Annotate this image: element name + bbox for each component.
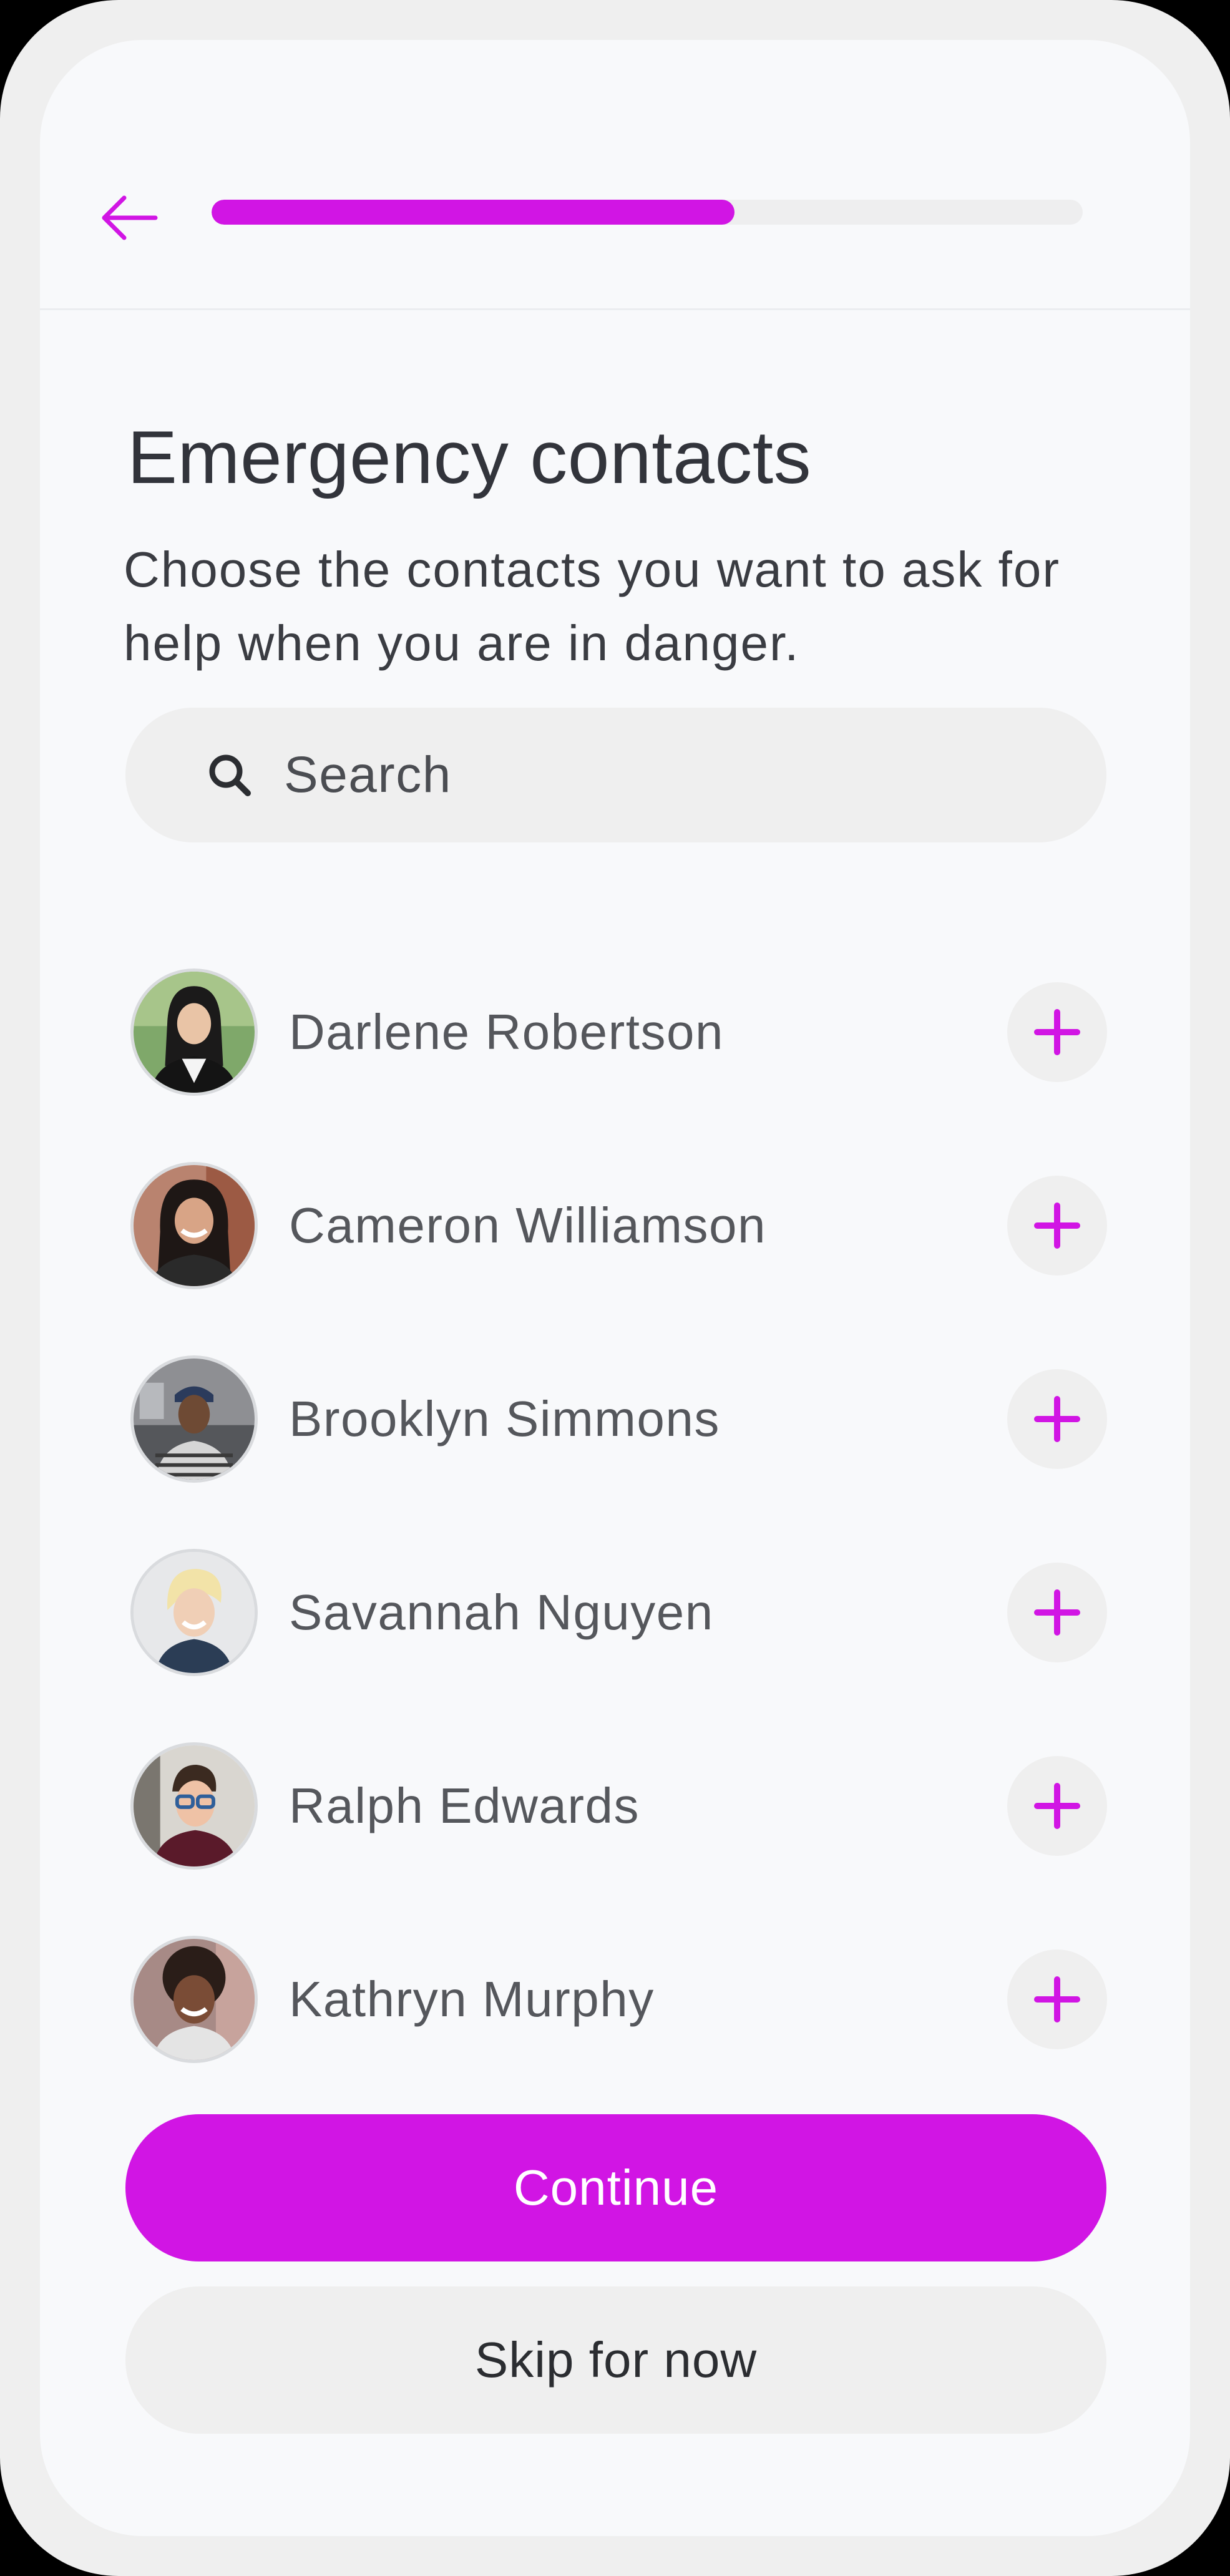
avatar (130, 968, 258, 1096)
plus-icon (1034, 1589, 1080, 1636)
screen: Emergency contacts Choose the contacts y… (40, 40, 1190, 2536)
back-button[interactable] (95, 183, 164, 252)
progress-bar (212, 200, 1083, 225)
contact-name: Brooklyn Simmons (289, 1391, 720, 1447)
contact-name: Ralph Edwards (289, 1778, 640, 1833)
contact-row[interactable]: Ralph Edwards (130, 1709, 1107, 1903)
top-bar (40, 40, 1190, 310)
add-contact-button[interactable] (1007, 982, 1107, 1082)
avatar (130, 1549, 258, 1676)
contact-list: Darlene Robertson Cameron Williamson Bro… (130, 935, 1107, 2096)
plus-icon (1034, 1396, 1080, 1442)
plus-icon (1034, 1783, 1080, 1829)
contact-name: Cameron Williamson (289, 1198, 766, 1253)
contact-row[interactable]: Savannah Nguyen (130, 1516, 1107, 1709)
avatar (130, 1742, 258, 1870)
avatar (130, 1936, 258, 2063)
plus-icon (1034, 1203, 1080, 1249)
plus-icon (1034, 1009, 1080, 1055)
add-contact-button[interactable] (1007, 1949, 1107, 2049)
contact-row[interactable]: Darlene Robertson (130, 935, 1107, 1129)
avatar (130, 1355, 258, 1483)
search-bar[interactable]: Search (125, 708, 1106, 842)
add-contact-button[interactable] (1007, 1176, 1107, 1276)
contact-name: Kathryn Murphy (289, 1971, 655, 2027)
page-subtitle: Choose the contacts you want to ask for … (124, 542, 1061, 671)
page-title: Emergency contacts (127, 416, 812, 499)
add-contact-button[interactable] (1007, 1369, 1107, 1469)
add-contact-button[interactable] (1007, 1563, 1107, 1662)
add-contact-button[interactable] (1007, 1756, 1107, 1856)
avatar (130, 1162, 258, 1289)
contact-row[interactable]: Cameron Williamson (130, 1129, 1107, 1322)
search-input[interactable]: Search (284, 746, 452, 804)
contact-row[interactable]: Brooklyn Simmons (130, 1322, 1107, 1516)
continue-button[interactable]: Continue (125, 2114, 1106, 2261)
progress-fill (212, 200, 735, 225)
skip-button[interactable]: Skip for now (125, 2286, 1106, 2434)
contact-row[interactable]: Kathryn Murphy (130, 1903, 1107, 2096)
contact-name: Savannah Nguyen (289, 1584, 714, 1640)
arrow-left-icon (102, 195, 158, 240)
contact-name: Darlene Robertson (289, 1004, 724, 1060)
search-icon (209, 754, 251, 796)
device-frame: Emergency contacts Choose the contacts y… (0, 0, 1230, 2576)
plus-icon (1034, 1976, 1080, 2022)
